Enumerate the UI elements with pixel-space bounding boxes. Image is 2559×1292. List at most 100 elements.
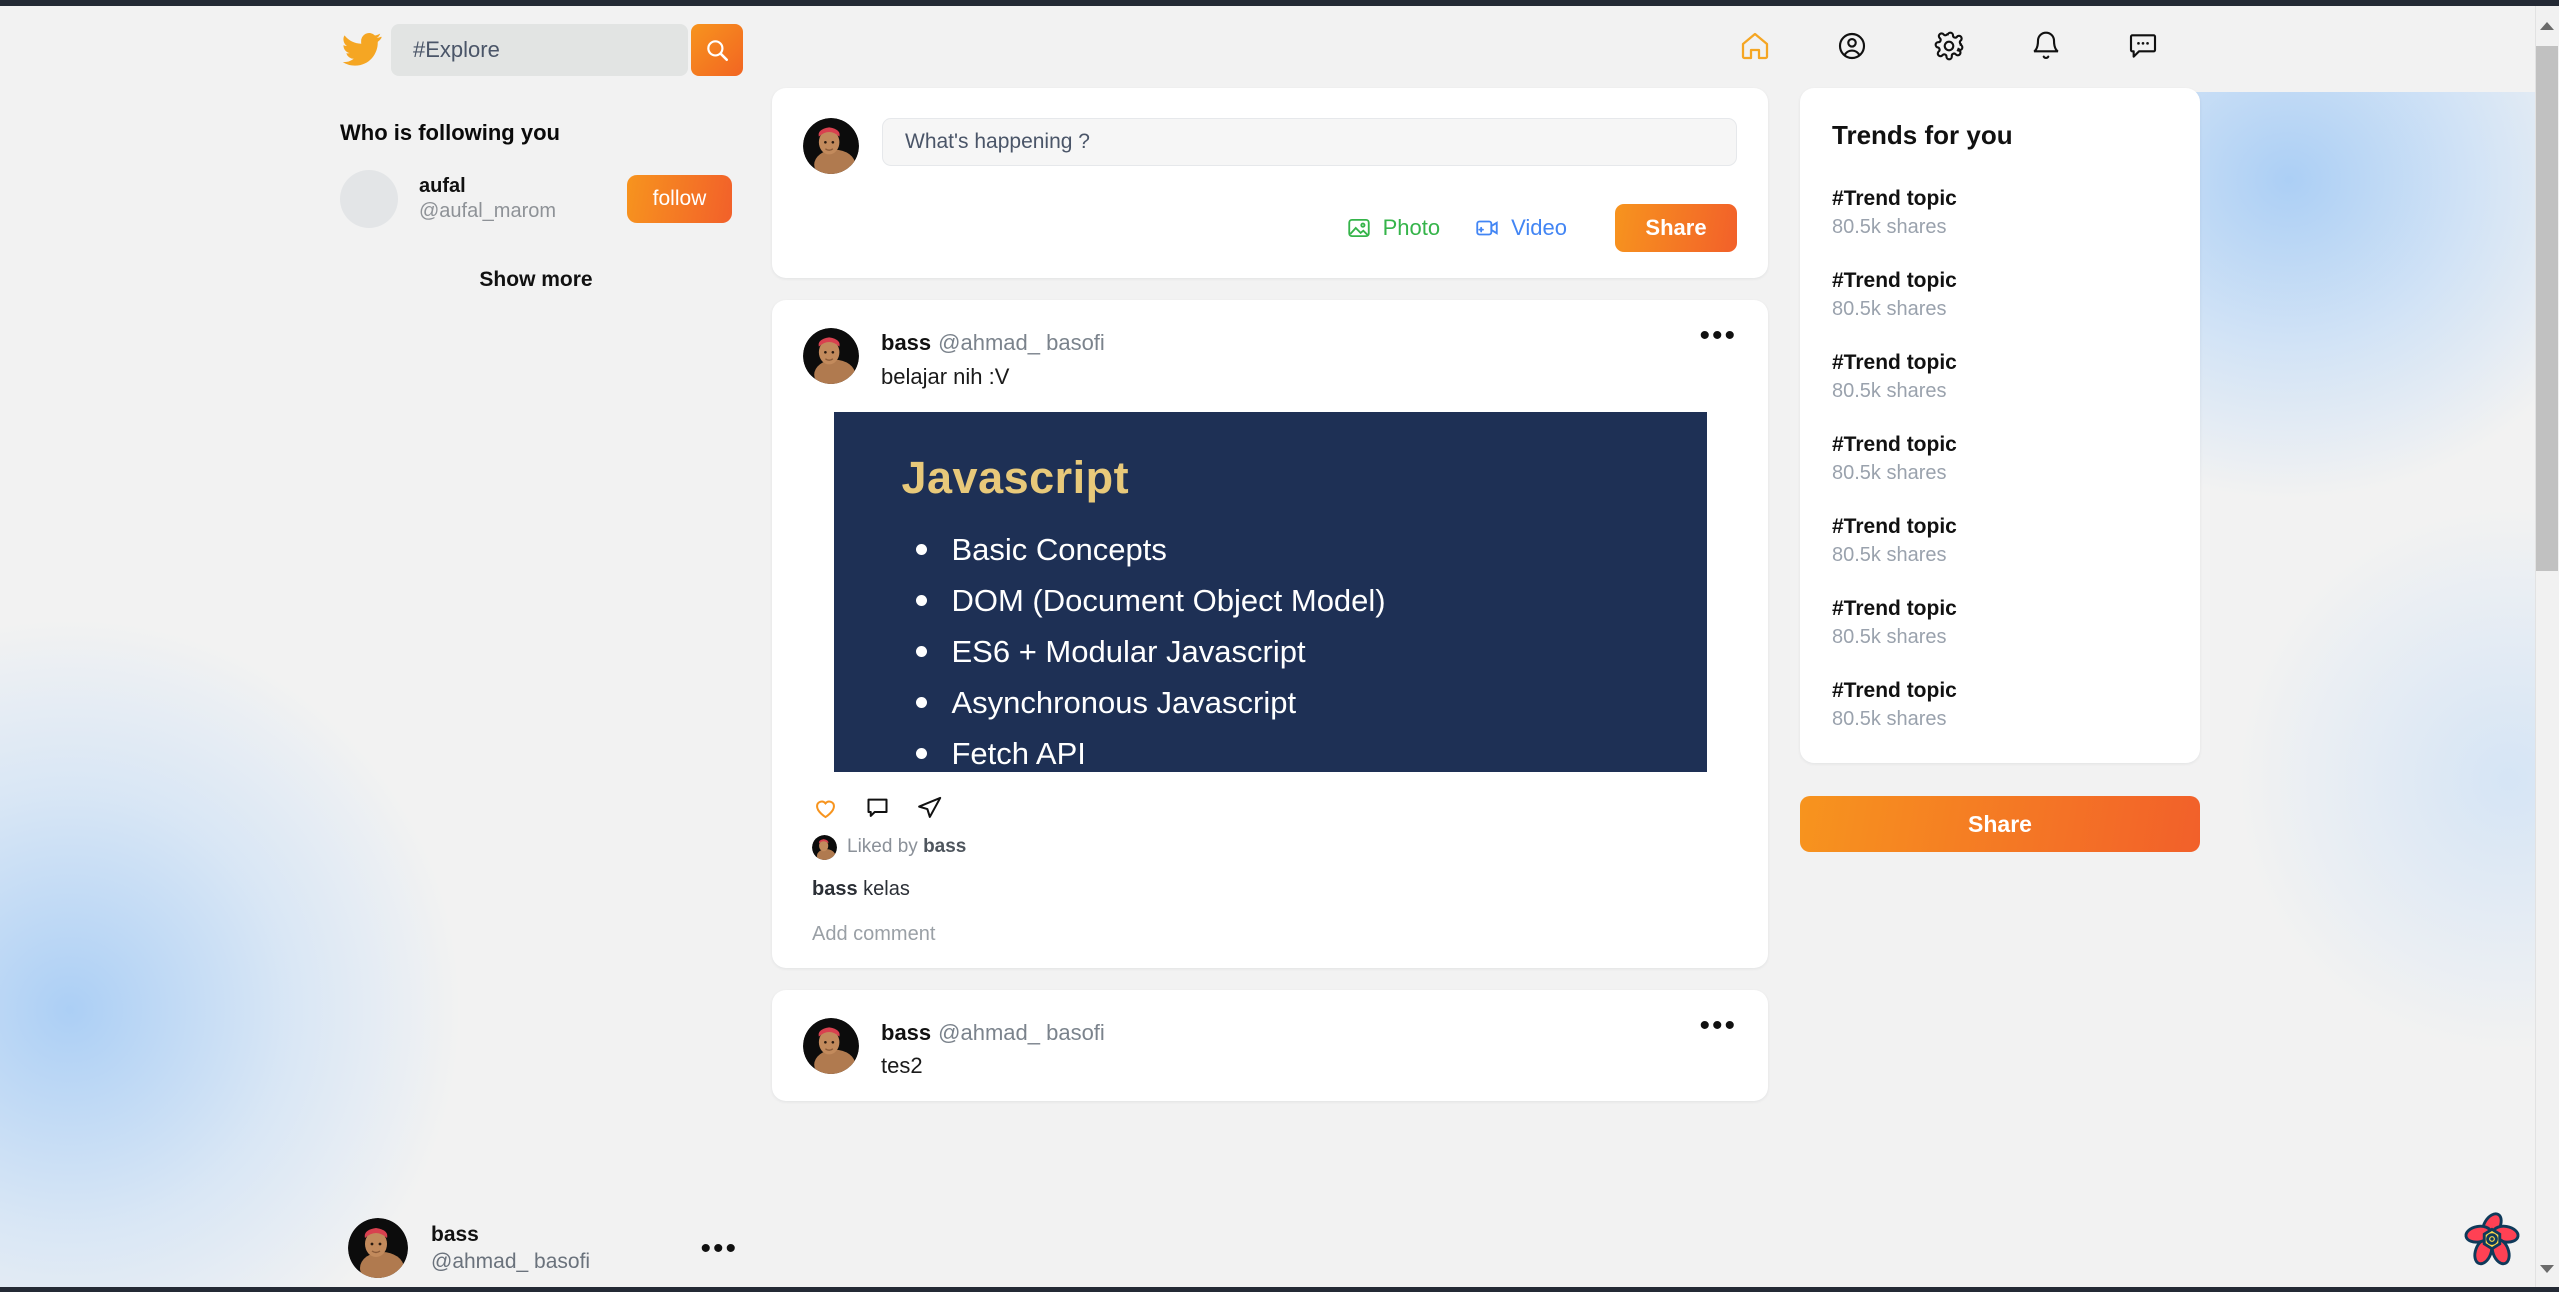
slide-title: Javascript	[901, 451, 1130, 503]
trend-item[interactable]: #Trend topic 80.5k shares	[1832, 597, 2168, 649]
current-user-meta: bass @ahmad_ basofi	[431, 1221, 677, 1276]
nav-messages-chat-icon[interactable]	[2121, 24, 2165, 68]
trend-topic: #Trend topic	[1832, 351, 1957, 374]
slide-bullet-text: Basic Concepts	[951, 531, 1167, 567]
trend-shares: 80.5k shares	[1832, 462, 1947, 484]
suggestion-row: aufal @aufal_marom follow	[340, 170, 732, 228]
current-user-card[interactable]: bass @ahmad_ basofi •••	[348, 1218, 738, 1278]
trends-title: Trends for you	[1832, 120, 2013, 150]
follow-button[interactable]: follow	[627, 175, 732, 223]
browser-chrome-bottom-edge	[0, 1287, 2559, 1292]
trend-item[interactable]: #Trend topic 80.5k shares	[1832, 515, 2168, 567]
current-user-name: bass	[431, 1222, 479, 1246]
react-query-flower-icon[interactable]	[2461, 1208, 2523, 1270]
trend-topic: #Trend topic	[1832, 515, 1957, 538]
nav-notifications-bell-icon[interactable]	[2024, 24, 2068, 68]
scrollbar-thumb[interactable]	[2536, 46, 2558, 571]
trends-card: Trends for you #Trend topic 80.5k shares…	[1800, 88, 2200, 763]
search-input[interactable]	[391, 24, 688, 76]
scroll-down-arrow-icon[interactable]	[2540, 1265, 2554, 1273]
attach-video-label: Video	[1511, 215, 1567, 240]
video-icon	[1476, 220, 1498, 236]
trend-shares: 80.5k shares	[1832, 626, 1947, 648]
slide-bullet-text: Asynchronous Javascript	[951, 684, 1297, 720]
post-comment: bass kelas	[812, 878, 1737, 901]
nav-settings-gear-icon[interactable]	[1927, 24, 1971, 68]
nav-home-icon[interactable]	[1733, 24, 1777, 68]
slide-bullet-item: Asynchronous Javascript	[902, 685, 1707, 721]
post-body: bass @ahmad_ basofi belajar nih :V	[881, 328, 1677, 390]
post-author-avatar[interactable]	[803, 328, 859, 384]
vertical-scrollbar[interactable]	[2535, 6, 2559, 1287]
comment-bubble-icon[interactable]	[864, 794, 891, 821]
trend-item[interactable]: #Trend topic 80.5k shares	[1832, 351, 2168, 403]
center-feed: Photo Video Share	[772, 88, 1768, 1123]
trend-topic: #Trend topic	[1832, 679, 1957, 702]
like-heart-icon[interactable]	[812, 794, 839, 821]
trend-item[interactable]: #Trend topic 80.5k shares	[1832, 679, 2168, 731]
post-action-row	[812, 794, 1737, 821]
trend-shares: 80.5k shares	[1832, 708, 1947, 730]
top-header-bar	[0, 6, 2535, 92]
post-more-horizontal-icon[interactable]: •••	[1699, 1010, 1737, 1040]
left-sidebar: Who is following you aufal @aufal_marom …	[340, 120, 732, 292]
post-card: bass @ahmad_ basofi tes2 •••	[772, 989, 1768, 1102]
trend-shares: 80.5k shares	[1832, 216, 1947, 238]
post-identity: bass @ahmad_ basofi	[881, 1018, 1677, 1048]
bullet-dot-icon	[915, 646, 927, 658]
compose-card: Photo Video Share	[772, 88, 1768, 278]
twitter-bird-icon[interactable]	[340, 28, 384, 70]
background-blob-bottom-left	[0, 520, 560, 1292]
attach-photo-button[interactable]: Photo	[1346, 215, 1441, 241]
who-is-following-title: Who is following you	[340, 120, 560, 145]
post-text: belajar nih :V	[881, 363, 1010, 389]
show-more-button[interactable]: Show more	[340, 268, 732, 292]
add-comment-input[interactable]: Add comment	[812, 923, 1737, 946]
search-icon	[707, 40, 729, 62]
compose-share-button[interactable]: Share	[1615, 204, 1737, 252]
slide-bullet-list: Basic Concepts DOM (Document Object Mode…	[902, 532, 1707, 772]
slide-bullet-item: DOM (Document Object Model)	[902, 583, 1707, 619]
post-author-avatar[interactable]	[803, 1017, 859, 1074]
post-author-handle: @ahmad_ basofi	[938, 330, 1105, 355]
post-body: bass @ahmad_ basofi tes2	[881, 1018, 1677, 1080]
right-sidebar: Trends for you #Trend topic 80.5k shares…	[1800, 88, 2200, 852]
post-author-handle: @ahmad_ basofi	[938, 1019, 1105, 1045]
post-header: bass @ahmad_ basofi belajar nih :V •••	[803, 321, 1737, 390]
attach-photo-label: Photo	[1382, 215, 1441, 240]
current-user-handle: @ahmad_ basofi	[431, 1250, 591, 1273]
liked-by-prefix: Liked by	[847, 836, 918, 858]
photo-icon	[1347, 218, 1370, 238]
suggestion-meta: aufal @aufal_marom	[419, 174, 606, 224]
slide-bullet-text: DOM (Document Object Model)	[951, 582, 1386, 618]
sidebar-share-button[interactable]: Share	[1800, 796, 2200, 852]
trend-item[interactable]: #Trend topic 80.5k shares	[1832, 433, 2168, 485]
send-plane-icon[interactable]	[916, 794, 943, 821]
liked-by-avatar	[812, 834, 837, 860]
trend-item[interactable]: #Trend topic 80.5k shares	[1832, 269, 2168, 321]
current-user-avatar	[348, 1218, 408, 1278]
post-more-horizontal-icon[interactable]: •••	[1699, 321, 1737, 351]
bullet-dot-icon	[915, 595, 927, 607]
header-nav	[1733, 24, 2165, 68]
search-button[interactable]	[691, 24, 743, 76]
compose-avatar	[803, 118, 859, 174]
comment-author: bass	[812, 877, 858, 900]
comment-text: kelas	[863, 877, 910, 900]
liked-by-text: Liked by bass	[847, 836, 966, 858]
current-user-more-horizontal-icon[interactable]: •••	[700, 1233, 738, 1263]
liked-by-row: Liked by bass	[812, 834, 1737, 860]
slide-bullet-text: Fetch API	[951, 735, 1086, 771]
trend-shares: 80.5k shares	[1832, 544, 1947, 566]
attach-video-button[interactable]: Video	[1474, 215, 1567, 241]
compose-input[interactable]	[882, 118, 1737, 166]
suggestion-name: aufal	[419, 175, 466, 197]
bullet-dot-icon	[915, 697, 927, 709]
scroll-up-arrow-icon[interactable]	[2540, 22, 2554, 30]
nav-profile-icon[interactable]	[1830, 24, 1874, 68]
post-author-name: bass	[881, 330, 932, 355]
trend-item[interactable]: #Trend topic 80.5k shares	[1832, 187, 2168, 239]
post-identity: bass @ahmad_ basofi	[881, 328, 1677, 358]
post-author-name: bass	[881, 1019, 932, 1045]
liked-by-user: bass	[923, 836, 967, 858]
